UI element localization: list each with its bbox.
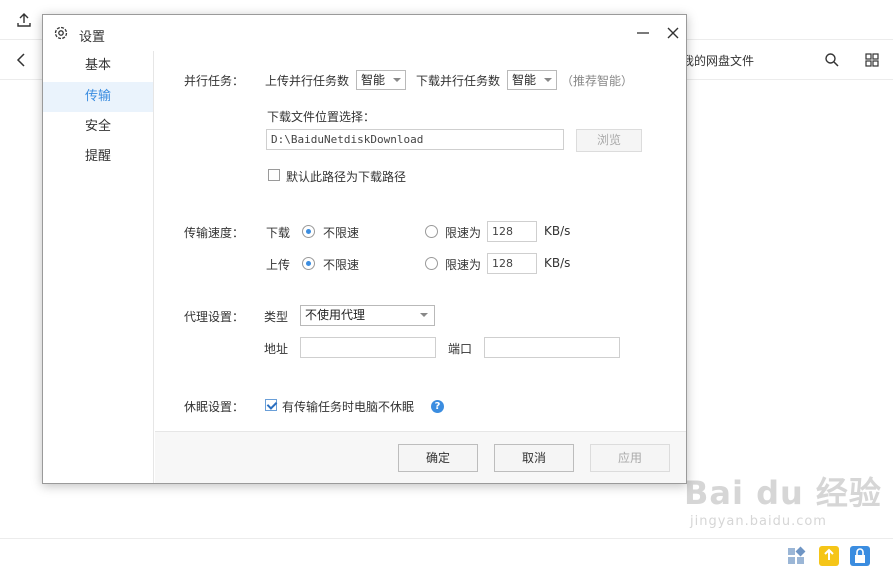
browse-button[interactable]: 浏览	[576, 129, 642, 152]
download-location-title: 下载文件位置选择：	[267, 110, 376, 124]
sleep-section-title: 休眠设置：	[184, 400, 245, 414]
chevron-down-icon	[393, 78, 401, 82]
breadcrumb[interactable]: 我的网盘文件	[682, 52, 754, 69]
proxy-type-select[interactable]: 不使用代理	[300, 305, 435, 326]
help-icon[interactable]: ?	[431, 400, 444, 413]
sidebar-item-basic[interactable]: 基本	[43, 51, 153, 81]
parallel-section-title: 并行任务：	[184, 74, 245, 88]
settings-sidebar: 基本 传输 安全 提醒	[43, 51, 154, 483]
download-parallel-value: 智能	[512, 73, 537, 87]
proxy-section-title: 代理设置：	[184, 310, 245, 324]
parallel-hint: （推荐智能）	[561, 74, 634, 88]
proxy-port-label: 端口	[448, 342, 473, 356]
proxy-address-input[interactable]	[300, 337, 436, 358]
gear-icon	[54, 26, 68, 40]
download-unlimited-radio[interactable]	[302, 225, 315, 238]
upload-parallel-value: 智能	[361, 73, 386, 87]
ok-button[interactable]: 确定	[398, 444, 478, 472]
minimize-icon[interactable]	[633, 23, 653, 43]
lock-icon[interactable]	[850, 546, 870, 566]
watermark-url: jingyan.baidu.com	[690, 514, 827, 529]
watermark: Bai du 经验 jingyan.baidu.com	[684, 468, 882, 529]
prevent-sleep-label: 有传输任务时电脑不休眠	[282, 400, 415, 414]
upload-parallel-select[interactable]: 智能	[356, 70, 406, 90]
sidebar-item-transfer[interactable]: 传输	[43, 82, 153, 112]
app-window: 我的网盘文件 Bai du 经验 jingyan.baidu.com 设置 基本…	[0, 0, 893, 572]
settings-dialog: 设置 基本 传输 安全 提醒 并行任务： 上传并行任务数 智能 下载并行任务数	[42, 14, 687, 484]
sidebar-item-security[interactable]: 安全	[43, 112, 153, 142]
upload-task-icon[interactable]	[819, 546, 839, 566]
proxy-port-input[interactable]	[484, 337, 620, 358]
prevent-sleep-checkbox[interactable]	[265, 399, 277, 411]
speed-section-title: 传输速度：	[184, 226, 245, 240]
upload-parallel-label: 上传并行任务数	[265, 74, 350, 88]
watermark-logo: Bai du 经验	[684, 474, 882, 512]
download-limit-label: 限速为	[445, 226, 482, 240]
upload-speed-label: 上传	[266, 258, 291, 272]
download-path-field[interactable]: D:\BaiduNetdiskDownload	[266, 129, 564, 150]
upload-unlimited-label: 不限速	[323, 258, 360, 272]
upload-icon[interactable]	[16, 12, 32, 28]
download-limit-input[interactable]: 128	[487, 221, 537, 242]
upload-limit-input[interactable]: 128	[487, 253, 537, 274]
upload-unit-label: KB/s	[544, 256, 571, 270]
grid-view-icon[interactable]	[864, 52, 880, 68]
sidebar-item-reminder[interactable]: 提醒	[43, 142, 153, 172]
download-unit-label: KB/s	[544, 224, 571, 238]
default-path-checkbox[interactable]	[268, 169, 280, 181]
apply-button[interactable]: 应用	[590, 444, 670, 472]
default-path-label: 默认此路径为下载路径	[286, 170, 407, 184]
transfer-settings-panel: 并行任务： 上传并行任务数 智能 下载并行任务数 智能 （推荐智能） 下载文件位…	[155, 51, 686, 431]
proxy-type-value: 不使用代理	[305, 308, 366, 322]
chevron-down-icon	[420, 313, 428, 317]
close-icon[interactable]	[663, 23, 683, 43]
download-limit-radio[interactable]	[425, 225, 438, 238]
chevron-down-icon	[544, 78, 552, 82]
download-parallel-select[interactable]: 智能	[507, 70, 557, 90]
proxy-type-label: 类型	[264, 310, 289, 324]
search-icon[interactable]	[824, 52, 840, 68]
dialog-titlebar[interactable]: 设置	[43, 15, 686, 51]
download-unlimited-label: 不限速	[323, 226, 360, 240]
download-parallel-label: 下载并行任务数	[416, 74, 501, 88]
upload-limit-radio[interactable]	[425, 257, 438, 270]
proxy-address-label: 地址	[264, 342, 289, 356]
upload-unlimited-radio[interactable]	[302, 257, 315, 270]
dialog-footer: 确定 取消 应用	[155, 431, 686, 483]
apps-icon[interactable]	[786, 546, 806, 566]
cancel-button[interactable]: 取消	[494, 444, 574, 472]
dialog-title: 设置	[79, 30, 106, 45]
upload-limit-label: 限速为	[445, 258, 482, 272]
download-speed-label: 下载	[266, 226, 291, 240]
back-arrow-icon[interactable]	[14, 52, 30, 68]
bottom-divider	[0, 538, 893, 539]
